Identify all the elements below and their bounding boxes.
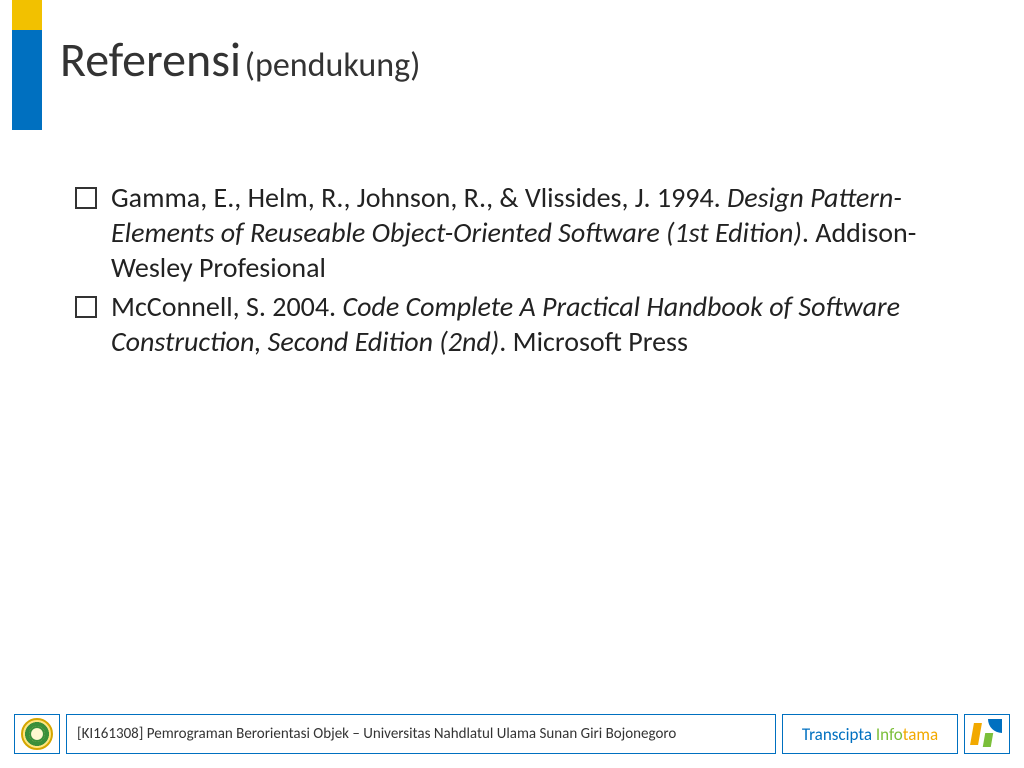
- university-seal-icon: [21, 718, 53, 750]
- reference-text: McConnell, S. 2004. Code Complete A Prac…: [111, 289, 984, 359]
- course-text: [KI161308] Pemrograman Berorientasi Obje…: [77, 725, 676, 743]
- list-item: McConnell, S. 2004. Code Complete A Prac…: [75, 289, 984, 359]
- university-seal-box: [14, 714, 60, 754]
- brand-text: Transcipta Infotama: [802, 724, 938, 745]
- left-accent-bar: [12, 30, 42, 130]
- references-list: Gamma, E., Helm, R., Johnson, R., & Vlis…: [75, 180, 984, 363]
- footer: [KI161308] Pemrograman Berorientasi Obje…: [14, 714, 1010, 754]
- reference-text: Gamma, E., Helm, R., Johnson, R., & Vlis…: [111, 180, 984, 285]
- brand-logo-icon: [972, 719, 1002, 749]
- bullet-square-icon: [75, 296, 97, 318]
- brand-icon-box: [964, 714, 1010, 754]
- brand-box: Transcipta Infotama: [782, 714, 958, 754]
- bullet-square-icon: [75, 187, 97, 209]
- list-item: Gamma, E., Helm, R., Johnson, R., & Vlis…: [75, 180, 984, 285]
- slide-title: Referensi (pendukung): [60, 30, 994, 89]
- title-sub: (pendukung): [245, 45, 421, 86]
- course-info-box: [KI161308] Pemrograman Berorientasi Obje…: [66, 714, 776, 754]
- title-main: Referensi: [60, 30, 241, 89]
- corner-block: [12, 0, 42, 30]
